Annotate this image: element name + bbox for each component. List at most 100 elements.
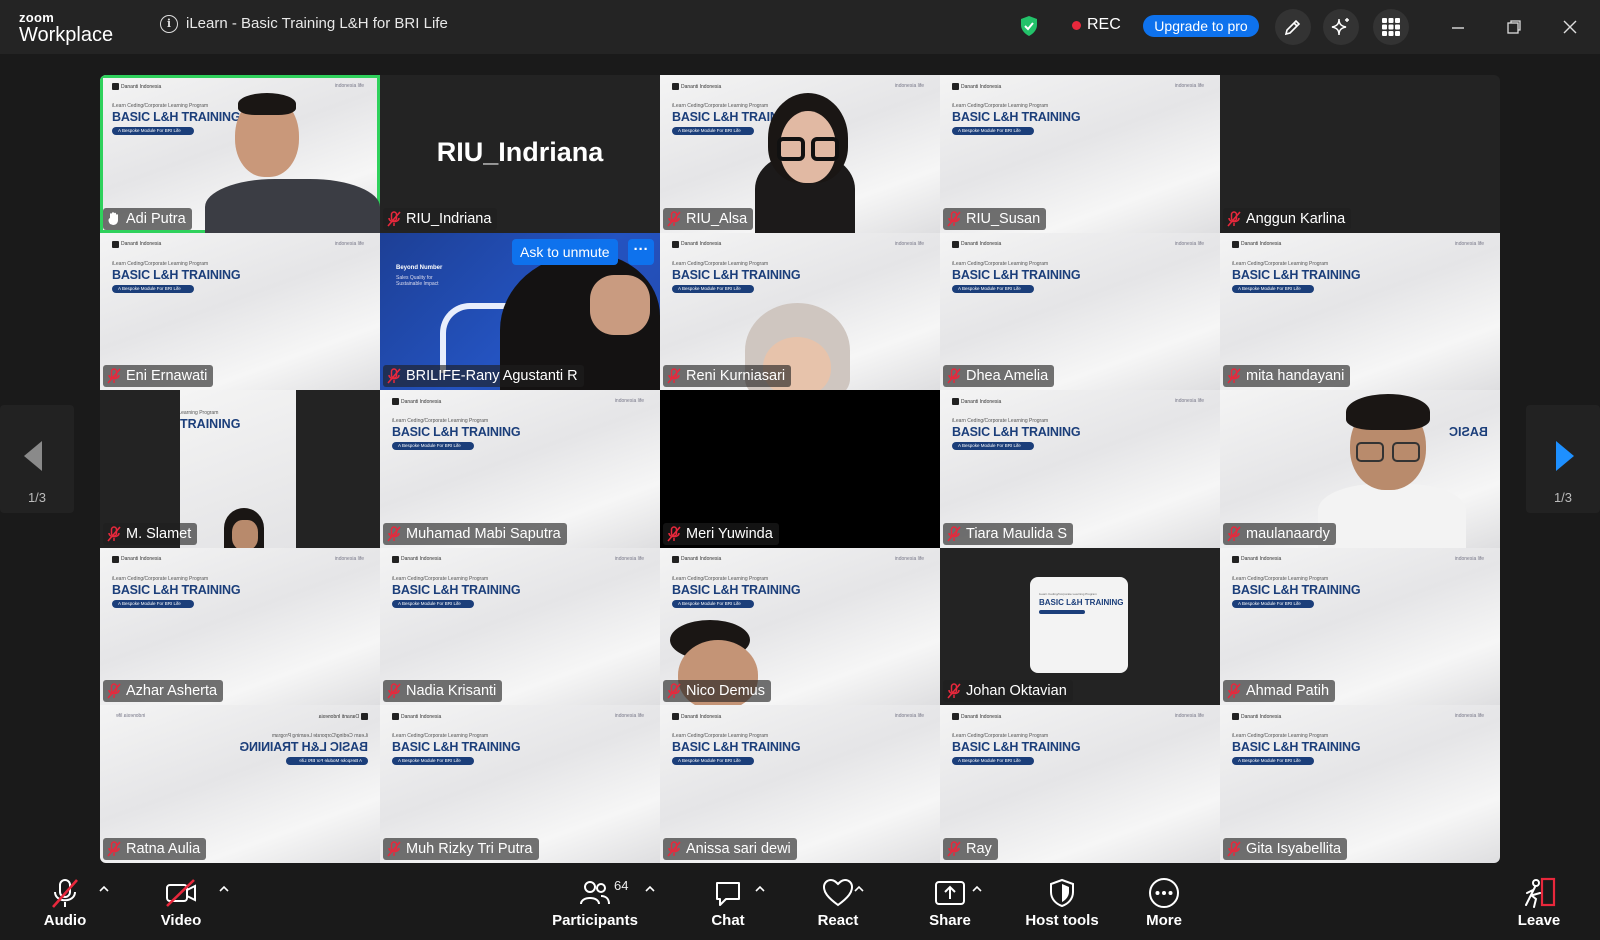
participant-tile[interactable]: Anggun Karlina [1220, 75, 1500, 233]
leave-button[interactable]: Leave [1494, 876, 1584, 929]
muted-mic-icon [1227, 841, 1241, 857]
slide-background: Dananti Indonesia indonesia life iLearn … [952, 713, 1204, 766]
participant-tile[interactable]: Dananti Indonesia indonesia life iLearn … [660, 705, 940, 863]
participant-tile[interactable]: Dananti Indonesia indonesia life iLearn … [660, 75, 940, 233]
participant-tile[interactable]: Dananti Indonesia indonesia life iLearn … [380, 705, 660, 863]
slide-background: Dananti Indonesia indonesia life iLearn … [672, 713, 924, 766]
participant-tile[interactable]: iLearn Ceding/Corporate Learning Program… [940, 547, 1220, 706]
chat-label: Chat [711, 912, 745, 929]
react-button[interactable]: React [793, 876, 883, 929]
title-bar: zoom Workplace i iLearn - Basic Training… [0, 0, 1600, 54]
ai-companion-sparkle-icon[interactable] [1323, 9, 1359, 45]
muted-mic-icon [667, 841, 681, 857]
upgrade-button[interactable]: Upgrade to pro [1143, 15, 1259, 37]
participant-tile[interactable]: Dananti Indonesia indonesia life iLearn … [940, 232, 1220, 391]
participants-label: Participants [552, 912, 638, 929]
info-icon[interactable]: i [160, 15, 178, 33]
recording-indicator[interactable]: REC [1072, 16, 1121, 34]
participant-name-tag: RIU_Susan [943, 207, 1047, 230]
share-options-caret-icon[interactable] [970, 882, 984, 896]
participant-name-tag: Reni Kurniasari [663, 365, 792, 388]
apps-grid-icon[interactable] [1373, 9, 1409, 45]
share-screen-icon [934, 876, 966, 910]
video-button[interactable]: Video [136, 876, 226, 929]
participant-tile[interactable]: Dananti Indonesia indonesia life iLearn … [660, 547, 940, 706]
participants-options-caret-icon[interactable] [643, 882, 657, 896]
participant-name-tag: maulanaardy [1223, 522, 1336, 545]
muted-mic-icon [667, 526, 681, 542]
participant-tile[interactable]: Dananti Indonesia indonesia life iLearn … [100, 75, 380, 233]
participant-name-tag: Anissa sari dewi [663, 837, 797, 860]
participant-name-tag: Dhea Amelia [943, 365, 1055, 388]
participant-tile[interactable]: Dananti Indonesia indonesia life iLearn … [660, 232, 940, 391]
more-label: More [1146, 912, 1182, 929]
slide-background: Dananti Indonesia indonesia life iLearn … [112, 555, 364, 608]
brand-line2: Workplace [19, 24, 114, 46]
host-tools-button[interactable]: Host tools [1010, 876, 1114, 929]
more-button[interactable]: More [1119, 876, 1209, 929]
muted-mic-icon [107, 841, 121, 857]
muted-mic-icon [947, 368, 961, 384]
participant-tile[interactable]: ate Learning Program TRAINING M. Slamet [100, 390, 380, 548]
annotate-pencil-icon[interactable] [1275, 9, 1311, 45]
participant-name-tag: Nico Demus [663, 680, 771, 703]
participant-name-tag: Johan Oktavian [943, 680, 1073, 703]
participant-tile[interactable]: Dananti Indonesia indonesia life iLearn … [100, 547, 380, 706]
participant-name-tag: Tiara Maulida S [943, 522, 1074, 545]
muted-mic-icon [387, 683, 401, 699]
heart-icon [822, 876, 854, 910]
participant-tile[interactable]: Dananti Indonesia indonesia life iLearn … [940, 705, 1220, 863]
muted-mic-icon [107, 683, 121, 699]
participant-name-tag: Gita Isyabellita [1223, 837, 1348, 860]
leave-label: Leave [1517, 912, 1561, 929]
restore-icon[interactable] [1501, 14, 1527, 40]
host-shield-icon [1049, 876, 1075, 910]
slide-background: ate Learning Program TRAINING [180, 390, 296, 548]
previous-page-button[interactable]: 1/3 [0, 405, 74, 513]
muted-mic-icon [387, 526, 401, 542]
muted-mic-icon [1227, 526, 1241, 542]
next-page-button[interactable]: 1/3 [1526, 405, 1600, 513]
video-options-caret-icon[interactable] [217, 882, 231, 896]
participants-button[interactable]: 64 Participants [538, 876, 652, 929]
slide-background: Dananti Indonesia indonesia life iLearn … [392, 713, 644, 766]
close-icon[interactable] [1557, 14, 1583, 40]
participant-tile[interactable]: Meri Yuwinda [660, 390, 940, 548]
blue-slide-subtitle: Sales Quality for Sustainable Impact [396, 274, 439, 287]
muted-mic-icon [947, 683, 961, 699]
participant-display-name: RIU_Indriana [436, 137, 604, 167]
ask-to-unmute-button[interactable]: Ask to unmute [512, 238, 618, 265]
participant-name-tag: mita handayani [1223, 365, 1351, 388]
muted-mic-icon [1227, 368, 1241, 384]
chevron-right-icon [1556, 441, 1574, 471]
participant-tile[interactable]: Dananti Indonesia indonesia life iLearn … [100, 705, 380, 863]
participant-name-tag: Anggun Karlina [1223, 207, 1352, 230]
participant-tile[interactable]: Dananti Indonesia indonesia life iLearn … [1220, 232, 1500, 391]
encryption-shield-icon[interactable] [1019, 15, 1039, 42]
page-indicator-right: 1/3 [1553, 490, 1573, 505]
minimize-icon[interactable] [1445, 14, 1471, 40]
muted-mic-icon [947, 526, 961, 542]
participant-name-tag: Meri Yuwinda [663, 522, 779, 545]
react-options-caret-icon[interactable] [852, 882, 866, 896]
participant-tile[interactable]: Dananti Indonesia indonesia life iLearn … [100, 232, 380, 391]
muted-mic-icon [667, 683, 681, 699]
participant-more-options-button[interactable]: ··· [628, 238, 654, 265]
participant-tile[interactable]: Dananti Indonesia indonesia life iLearn … [940, 390, 1220, 548]
participant-tile[interactable]: Beyond Number Sales Quality for Sustaina… [380, 232, 660, 391]
muted-mic-icon [947, 841, 961, 857]
participant-avatar-thumbnail: iLearn Ceding/Corporate Learning Program… [1030, 576, 1128, 673]
brand-line1: zoom [19, 10, 55, 25]
participant-tile[interactable]: RIU_Indriana RIU_Indriana [380, 75, 660, 233]
participant-tile[interactable]: Dananti Indonesia indonesia life iLearn … [940, 75, 1220, 233]
participant-tile[interactable]: BASIC maulanaardy [1220, 390, 1500, 548]
chat-options-caret-icon[interactable] [753, 882, 767, 896]
audio-options-caret-icon[interactable] [97, 882, 111, 896]
participant-name-tag: M. Slamet [103, 522, 198, 545]
participant-tile[interactable]: Dananti Indonesia indonesia life iLearn … [1220, 705, 1500, 863]
participant-tile[interactable]: Dananti Indonesia indonesia life iLearn … [1220, 547, 1500, 706]
participant-tile[interactable]: Dananti Indonesia indonesia life iLearn … [380, 547, 660, 706]
muted-mic-icon [387, 841, 401, 857]
participant-tile[interactable]: Dananti Indonesia indonesia life iLearn … [380, 390, 660, 548]
slide-background: Dananti Indonesia indonesia life iLearn … [1232, 713, 1484, 766]
